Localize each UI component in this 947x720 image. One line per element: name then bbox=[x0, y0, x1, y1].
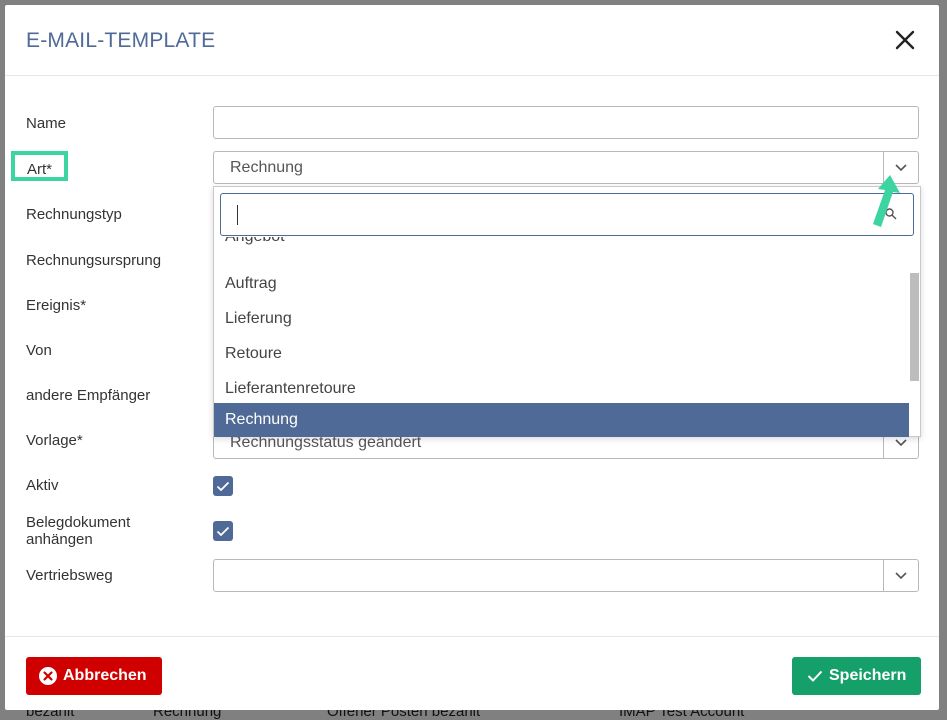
dropdown-search-input[interactable] bbox=[220, 193, 914, 236]
text-caret bbox=[237, 205, 238, 225]
rechnungstyp-label: Rechnungstyp bbox=[26, 206, 122, 223]
x-circle-icon bbox=[39, 667, 57, 685]
cancel-button[interactable]: Abbrechen bbox=[26, 657, 162, 695]
close-icon bbox=[895, 30, 915, 50]
option-label: Lieferantenretoure bbox=[225, 380, 356, 397]
dropdown-option[interactable]: Auftrag bbox=[214, 267, 909, 301]
dropdown-option[interactable]: Retoure bbox=[214, 337, 909, 371]
rechnungsursprung-label: Rechnungsursprung bbox=[26, 252, 162, 269]
dropdown-scrollbar[interactable] bbox=[910, 273, 919, 381]
art-label-highlight: Art* bbox=[11, 151, 68, 181]
von-label: Von bbox=[26, 342, 52, 359]
belegdokument-label-line2: anhängen bbox=[26, 531, 93, 548]
email-template-modal: E-MAIL-TEMPLATE Name Art* Rechnung Rechn… bbox=[5, 5, 939, 710]
art-label: Art* bbox=[27, 161, 53, 178]
art-value: Rechnung bbox=[230, 159, 303, 176]
check-icon bbox=[807, 670, 823, 682]
belegdokument-label: Belegdokument anhängen bbox=[26, 514, 130, 548]
aktiv-label: Aktiv bbox=[26, 477, 59, 494]
vertriebsweg-select-toggle[interactable] bbox=[883, 560, 918, 591]
aktiv-checkbox[interactable] bbox=[213, 476, 233, 496]
option-label: Rechnung bbox=[225, 411, 298, 428]
chevron-down-icon bbox=[895, 163, 907, 171]
name-input[interactable] bbox=[213, 106, 919, 139]
modal-header: E-MAIL-TEMPLATE bbox=[5, 5, 939, 76]
belegdokument-checkbox[interactable] bbox=[213, 521, 233, 541]
vertriebsweg-select[interactable] bbox=[213, 559, 919, 592]
close-button[interactable] bbox=[891, 26, 919, 54]
dropdown-option-selected[interactable]: Rechnung bbox=[214, 403, 909, 437]
option-label: Auftrag bbox=[225, 275, 277, 292]
arrow-annotation-icon bbox=[873, 175, 900, 227]
vorlage-label: Vorlage* bbox=[26, 432, 83, 449]
save-button-label: Speichern bbox=[829, 667, 907, 684]
dropdown-option[interactable]: Lieferantenretoure bbox=[214, 372, 909, 406]
option-label: Retoure bbox=[225, 345, 282, 362]
art-dropdown: Angebot Auftrag Lieferung Retoure Liefer… bbox=[213, 186, 921, 437]
option-label: Angebot bbox=[225, 237, 285, 246]
andere-empfaenger-label: andere Empfänger bbox=[26, 387, 151, 404]
check-icon bbox=[216, 481, 230, 491]
cancel-button-label: Abbrechen bbox=[63, 667, 147, 684]
dropdown-option[interactable]: Angebot bbox=[214, 237, 909, 254]
art-select[interactable]: Rechnung bbox=[213, 151, 919, 184]
modal-title: E-MAIL-TEMPLATE bbox=[26, 29, 216, 52]
option-label: Lieferung bbox=[225, 310, 292, 327]
belegdokument-label-line1: Belegdokument bbox=[26, 514, 131, 531]
chevron-down-icon bbox=[895, 571, 907, 579]
chevron-down-icon bbox=[895, 438, 907, 446]
dropdown-options-list: Angebot Auftrag Lieferung Retoure Liefer… bbox=[214, 237, 920, 437]
ereignis-label: Ereignis* bbox=[26, 297, 87, 314]
footer-divider bbox=[5, 636, 939, 637]
save-button[interactable]: Speichern bbox=[792, 657, 921, 695]
vertriebsweg-label: Vertriebsweg bbox=[26, 567, 113, 584]
dropdown-option[interactable]: Lieferung bbox=[214, 302, 909, 336]
check-icon bbox=[216, 526, 230, 536]
name-label: Name bbox=[26, 115, 67, 132]
